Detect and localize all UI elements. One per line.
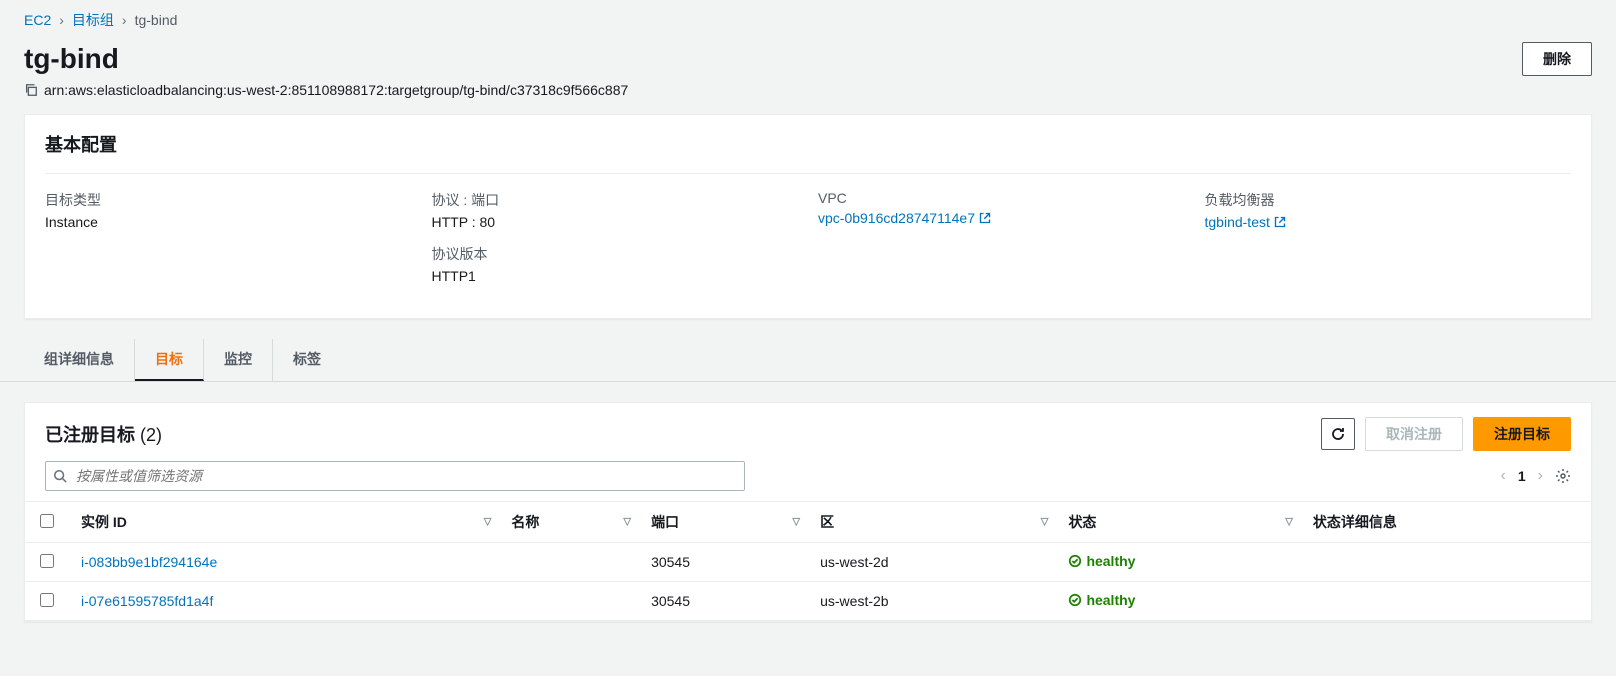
sort-icon: ▽	[623, 517, 631, 528]
breadcrumb-current: tg-bind	[135, 12, 178, 28]
status-badge: healthy	[1068, 592, 1135, 608]
table-row: i-083bb9e1bf294164e 30545 us-west-2d hea…	[25, 543, 1591, 582]
col-instance-id[interactable]: 实例 ID▽	[69, 502, 499, 543]
col-status-details[interactable]: 状态详细信息	[1301, 502, 1591, 543]
delete-button[interactable]: 删除	[1522, 42, 1592, 76]
targets-title: 已注册目标 (2)	[45, 421, 162, 447]
check-circle-icon	[1068, 554, 1082, 568]
deregister-button[interactable]: 取消注册	[1365, 417, 1463, 451]
config-vpc: VPC vpc-0b916cd28747114e7	[818, 190, 1185, 298]
basic-config-title: 基本配置	[25, 115, 1591, 173]
tabs: 组详细信息 目标 监控 标签	[0, 339, 1616, 382]
lb-label: 负载均衡器	[1205, 190, 1572, 210]
sort-icon: ▽	[1041, 517, 1049, 528]
tab-monitoring[interactable]: 监控	[204, 339, 273, 381]
col-zone[interactable]: 区▽	[808, 502, 1056, 543]
col-port[interactable]: 端口▽	[639, 502, 808, 543]
cell-name	[499, 543, 639, 582]
vpc-label: VPC	[818, 190, 1185, 206]
gear-icon[interactable]	[1555, 468, 1571, 484]
vpc-value: vpc-0b916cd28747114e7	[818, 210, 975, 226]
tab-tags[interactable]: 标签	[273, 339, 341, 381]
col-name[interactable]: 名称▽	[499, 502, 639, 543]
chevron-right-icon: ›	[122, 12, 127, 28]
select-all-checkbox[interactable]	[40, 514, 54, 528]
breadcrumb-target-groups[interactable]: 目标组	[72, 10, 114, 30]
sort-icon: ▽	[484, 517, 492, 528]
config-target-type: 目标类型 Instance	[45, 190, 412, 298]
vpc-link[interactable]: vpc-0b916cd28747114e7	[818, 210, 991, 226]
page-header: tg-bind 删除	[0, 34, 1616, 82]
check-circle-icon	[1068, 593, 1082, 607]
row-checkbox[interactable]	[40, 593, 54, 607]
next-page[interactable]: ›	[1538, 467, 1543, 485]
register-button[interactable]: 注册目标	[1473, 417, 1571, 451]
cell-zone: us-west-2d	[808, 543, 1056, 582]
chevron-right-icon: ›	[59, 12, 64, 28]
tab-details[interactable]: 组详细信息	[24, 339, 135, 381]
config-protocol-port: 协议 : 端口 HTTP : 80 协议版本 HTTP1	[432, 190, 799, 298]
refresh-icon	[1330, 426, 1346, 442]
protocol-version-value: HTTP1	[432, 268, 799, 284]
instance-id-link[interactable]: i-083bb9e1bf294164e	[81, 554, 217, 570]
tab-targets[interactable]: 目标	[135, 339, 204, 381]
search-box	[45, 461, 745, 491]
row-checkbox[interactable]	[40, 554, 54, 568]
pagination: ‹ 1 ›	[1501, 467, 1571, 485]
prev-page[interactable]: ‹	[1501, 467, 1506, 485]
page-title: tg-bind	[24, 43, 119, 75]
lb-value: tgbind-test	[1205, 214, 1270, 230]
basic-config-panel: 基本配置 目标类型 Instance 协议 : 端口 HTTP : 80 协议版…	[24, 114, 1592, 319]
sort-icon: ▽	[792, 517, 800, 528]
cell-status-details	[1301, 543, 1591, 582]
search-icon	[53, 469, 67, 483]
search-input[interactable]	[45, 461, 745, 491]
page-number: 1	[1518, 468, 1526, 484]
external-link-icon	[1274, 216, 1286, 228]
target-type-label: 目标类型	[45, 190, 412, 210]
arn-text: arn:aws:elasticloadbalancing:us-west-2:8…	[44, 82, 628, 98]
protocol-version-label: 协议版本	[432, 244, 799, 264]
sort-icon: ▽	[1285, 517, 1293, 528]
status-badge: healthy	[1068, 553, 1135, 569]
instance-id-link[interactable]: i-07e61595785fd1a4f	[81, 593, 213, 609]
arn-row: arn:aws:elasticloadbalancing:us-west-2:8…	[0, 82, 1616, 114]
protocol-port-label: 协议 : 端口	[432, 190, 799, 210]
targets-panel: 已注册目标 (2) 取消注册 注册目标 ‹ 1 › 实例 ID▽ 名	[24, 402, 1592, 622]
breadcrumb-root[interactable]: EC2	[24, 12, 51, 28]
breadcrumb: EC2 › 目标组 › tg-bind	[0, 0, 1616, 34]
protocol-port-value: HTTP : 80	[432, 214, 799, 230]
copy-icon[interactable]	[24, 83, 38, 97]
refresh-button[interactable]	[1321, 418, 1355, 450]
cell-zone: us-west-2b	[808, 582, 1056, 621]
cell-port: 30545	[639, 543, 808, 582]
config-load-balancer: 负载均衡器 tgbind-test	[1205, 190, 1572, 298]
target-type-value: Instance	[45, 214, 412, 230]
external-link-icon	[979, 212, 991, 224]
lb-link[interactable]: tgbind-test	[1205, 214, 1286, 230]
cell-name	[499, 582, 639, 621]
table-row: i-07e61595785fd1a4f 30545 us-west-2b hea…	[25, 582, 1591, 621]
cell-status-details	[1301, 582, 1591, 621]
col-status[interactable]: 状态▽	[1056, 502, 1300, 543]
targets-table: 实例 ID▽ 名称▽ 端口▽ 区▽ 状态▽ 状态详细信息 i-083bb9e1b…	[25, 501, 1591, 621]
cell-port: 30545	[639, 582, 808, 621]
